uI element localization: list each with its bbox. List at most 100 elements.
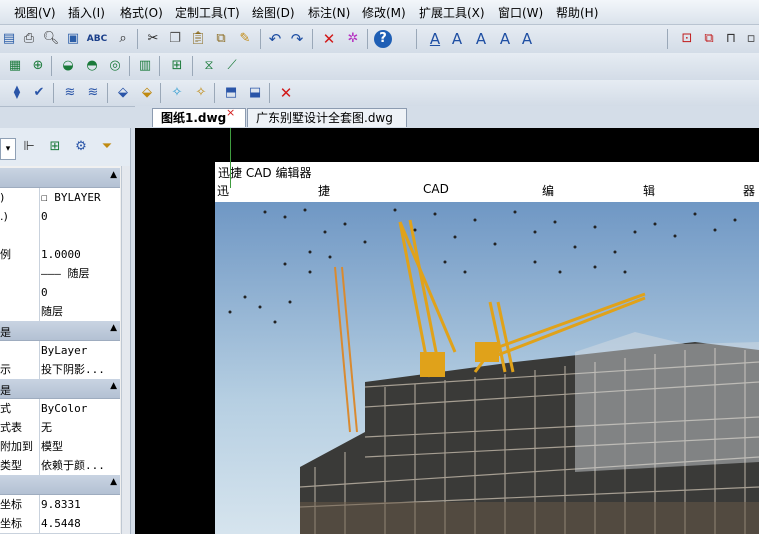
- find-icon[interactable]: ⌕: [114, 30, 132, 48]
- paste-icon[interactable]: 📋︎: [189, 30, 207, 48]
- collapse-icon[interactable]: ▲: [110, 381, 117, 391]
- audit-icon[interactable]: ✲: [344, 30, 362, 48]
- property-value[interactable]: [41, 226, 119, 245]
- property-row[interactable]: 类型 依赖于颜...: [0, 456, 120, 476]
- property-value[interactable]: ByColor: [41, 399, 119, 418]
- text-icon[interactable]: A: [448, 30, 466, 48]
- print-preview-icon[interactable]: 🔍︎: [42, 30, 60, 48]
- property-value[interactable]: 9.8331: [41, 495, 119, 514]
- menu-window[interactable]: 窗口(W): [498, 4, 543, 21]
- layer-prev-icon[interactable]: ≋: [61, 84, 79, 102]
- drawing-canvas[interactable]: 迅捷 CAD 编辑器 迅 捷 CAD 编 辑 器: [135, 128, 759, 534]
- layer-iso-icon[interactable]: ≋: [84, 84, 102, 102]
- print-icon[interactable]: ⎙: [20, 30, 38, 48]
- layer-state-icon[interactable]: ⧫: [8, 84, 26, 102]
- property-section-header[interactable]: ▲: [0, 168, 120, 188]
- layer-freeze-icon[interactable]: ⬙: [138, 84, 156, 102]
- match-properties-icon[interactable]: ✎: [236, 30, 254, 48]
- property-row[interactable]: 例 1.0000: [0, 245, 120, 265]
- property-section-header[interactable]: ▲: [0, 475, 120, 495]
- menu-format[interactable]: 格式(O): [120, 4, 163, 21]
- property-row[interactable]: 附加到 模型: [0, 437, 120, 457]
- publish-icon[interactable]: ▣: [64, 30, 82, 48]
- property-row[interactable]: ) ☐ BYLAYER: [0, 188, 120, 208]
- torus-icon[interactable]: ◎: [106, 57, 124, 75]
- menu-draw[interactable]: 绘图(D): [252, 4, 295, 21]
- property-value[interactable]: 无: [41, 418, 119, 437]
- copy-icon[interactable]: ❐: [166, 30, 184, 48]
- property-row[interactable]: [0, 226, 120, 246]
- collapse-icon[interactable]: ▲: [110, 170, 117, 180]
- select-objects-icon[interactable]: ⊞: [46, 138, 64, 156]
- dish-icon[interactable]: ◒: [59, 57, 77, 75]
- section-icon[interactable]: ⧖: [200, 57, 218, 75]
- mtext-icon[interactable]: A: [472, 30, 490, 48]
- quick-select-icon[interactable]: ⚙: [72, 138, 90, 156]
- layer-merge-icon[interactable]: ⬓: [246, 84, 264, 102]
- find-text-icon[interactable]: A: [518, 30, 536, 48]
- menu-extended-tools[interactable]: 扩展工具(X): [419, 4, 485, 21]
- tab-villa-design[interactable]: 广东别墅设计全套图.dwg: [247, 108, 407, 127]
- property-value[interactable]: 随层: [41, 302, 119, 321]
- slice-icon[interactable]: ⟋: [223, 57, 241, 75]
- collapse-icon[interactable]: ▲: [110, 323, 117, 333]
- property-value[interactable]: 4.5448: [41, 514, 119, 533]
- delete-icon[interactable]: ✕: [320, 30, 338, 48]
- property-row[interactable]: 示投下阴影...: [0, 360, 120, 380]
- solid-edit-icon[interactable]: ⊞: [168, 57, 186, 75]
- layer-icon-1[interactable]: ⊡: [678, 30, 696, 48]
- layer-delete-icon[interactable]: ✕: [277, 84, 295, 102]
- property-value[interactable]: ByLayer: [41, 341, 119, 360]
- menu-view[interactable]: 视图(V): [14, 4, 56, 21]
- text-style-icon[interactable]: A: [426, 30, 444, 48]
- layer-icon-2[interactable]: ⧉: [700, 30, 718, 48]
- help-icon[interactable]: ?: [374, 30, 392, 48]
- property-value[interactable]: 投下阴影...: [41, 360, 119, 379]
- object-select-dropdown[interactable]: ▾: [0, 138, 16, 160]
- property-row[interactable]: ByLayer: [0, 341, 120, 361]
- property-value[interactable]: ☐ BYLAYER: [41, 188, 119, 207]
- edit-text-icon[interactable]: A: [496, 30, 514, 48]
- property-section-header[interactable]: 是 ▲: [0, 321, 120, 341]
- cut-icon[interactable]: ✂: [144, 30, 162, 48]
- property-row[interactable]: 0: [0, 283, 120, 303]
- properties-scrollbar[interactable]: [121, 166, 130, 534]
- property-row[interactable]: 式 ByColor: [0, 399, 120, 419]
- layer-icon-3[interactable]: ⊓: [722, 30, 740, 48]
- menu-insert[interactable]: 插入(I): [68, 4, 105, 21]
- property-row[interactable]: 式表无: [0, 418, 120, 438]
- close-icon[interactable]: ×: [226, 106, 235, 119]
- property-row[interactable]: 坐标 9.8331: [0, 495, 120, 515]
- filter-icon[interactable]: ⏷: [98, 138, 116, 156]
- property-value[interactable]: 模型: [41, 437, 119, 456]
- property-section-header[interactable]: 是 ▲: [0, 379, 120, 399]
- open-icon[interactable]: ▤: [0, 30, 18, 48]
- menu-help[interactable]: 帮助(H): [556, 4, 598, 21]
- layer-lock-icon[interactable]: ✧: [168, 84, 186, 102]
- layer-copy-icon[interactable]: ⬒: [222, 84, 240, 102]
- paste-special-icon[interactable]: ⧉: [212, 30, 230, 48]
- menu-dimension[interactable]: 标注(N): [308, 4, 350, 21]
- property-value[interactable]: ——— 随层: [41, 264, 119, 283]
- property-row[interactable]: ——— 随层: [0, 264, 120, 284]
- property-value[interactable]: 1.0000: [41, 245, 119, 264]
- spell-check-icon[interactable]: ABC: [87, 30, 107, 48]
- undo-icon[interactable]: ↶: [266, 30, 284, 48]
- box-icon[interactable]: ▦: [6, 57, 24, 75]
- toggle-pickadd-icon[interactable]: ⊩: [20, 138, 38, 156]
- menu-modify[interactable]: 修改(M): [362, 4, 406, 21]
- sphere-icon[interactable]: ⊕: [29, 57, 47, 75]
- layer-off-icon[interactable]: ⬙: [114, 84, 132, 102]
- property-value[interactable]: 依赖于颜...: [41, 456, 119, 475]
- property-value[interactable]: 0: [41, 207, 119, 226]
- extrude-icon[interactable]: ▥: [136, 57, 154, 75]
- dome-icon[interactable]: ◓: [83, 57, 101, 75]
- property-row[interactable]: 随层: [0, 302, 120, 322]
- layer-match-icon[interactable]: ✔: [30, 84, 48, 102]
- layer-icon-4[interactable]: ▫: [742, 30, 759, 48]
- menu-custom-tools[interactable]: 定制工具(T): [175, 4, 240, 21]
- property-value[interactable]: 0: [41, 283, 119, 302]
- property-row[interactable]: .) 0: [0, 207, 120, 227]
- collapse-icon[interactable]: ▲: [110, 477, 117, 487]
- redo-icon[interactable]: ↷: [288, 30, 306, 48]
